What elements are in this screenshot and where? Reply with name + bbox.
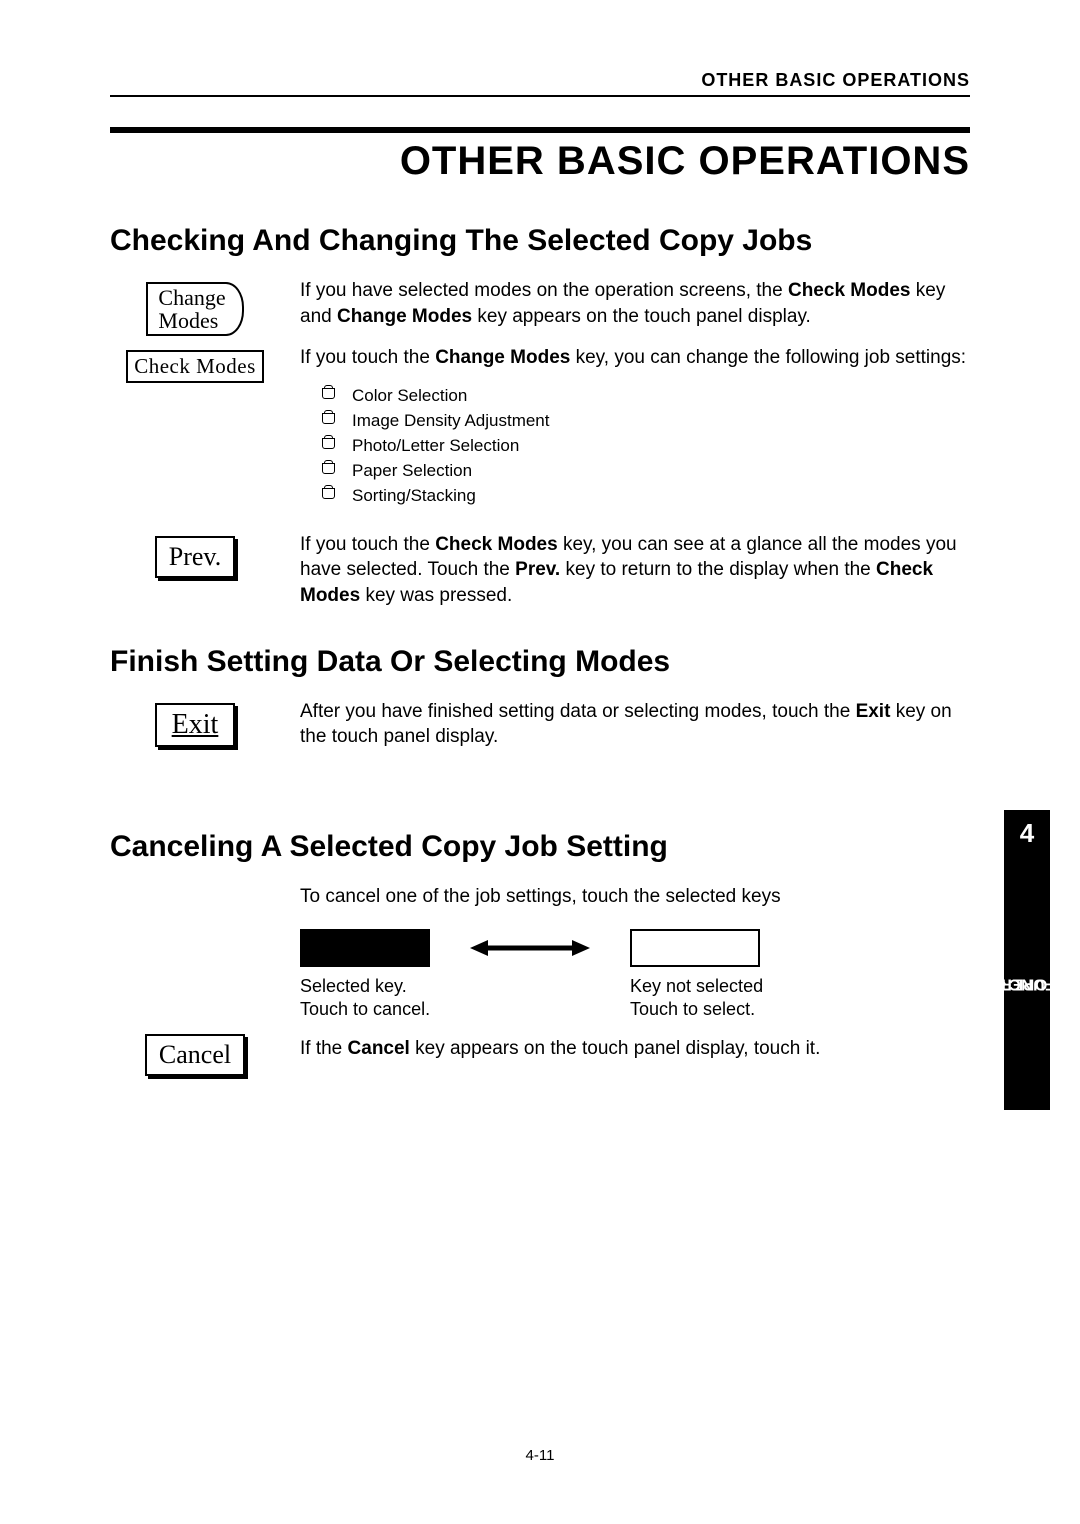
check-modes-button[interactable]: Check Modes <box>126 350 264 383</box>
paragraph: If you touch the Change Modes key, you c… <box>300 345 970 371</box>
paragraph: If you touch the Check Modes key, you ca… <box>300 532 970 609</box>
section-heading-canceling: Canceling A Selected Copy Job Setting <box>110 830 970 864</box>
unselected-key-caption: Key not selected Touch to select. <box>630 975 880 1020</box>
row-change-modes: Change Modes Check Modes If you have sel… <box>110 278 970 522</box>
chapter-number: 4 <box>1004 810 1050 856</box>
title-rule <box>110 127 970 133</box>
body-text: If you have selected modes on the operat… <box>300 278 970 522</box>
key-toggle-illustration <box>300 929 970 967</box>
exit-button[interactable]: Exit <box>155 703 235 747</box>
captions-row: Selected key. Touch to cancel. Key not s… <box>300 975 970 1020</box>
section-heading-checking: Checking And Changing The Selected Copy … <box>110 224 970 258</box>
list-item: Sorting/Stacking <box>322 485 970 508</box>
change-modes-button[interactable]: Change Modes <box>146 282 243 336</box>
chapter-label: BASIC OPERATION AND FUNCTIONS <box>1004 856 1050 1110</box>
body-text: After you have finished setting data or … <box>300 699 970 750</box>
row-cancel-intro: To cancel one of the job settings, touch… <box>110 884 970 1021</box>
paragraph: If you have selected modes on the operat… <box>300 278 970 329</box>
list-item: Image Density Adjustment <box>322 410 970 433</box>
change-modes-label-line2: Modes <box>158 308 218 333</box>
icon-column: Prev. <box>110 532 280 578</box>
paragraph: To cancel one of the job settings, touch… <box>300 884 970 910</box>
manual-page: OTHER BASIC OPERATIONS OTHER BASIC OPERA… <box>0 0 1080 1524</box>
icon-column <box>110 884 280 888</box>
cancel-label: Cancel <box>159 1040 231 1069</box>
unselected-key-swatch <box>630 929 760 967</box>
prev-label: Prev. <box>169 542 221 571</box>
body-text: To cancel one of the job settings, touch… <box>300 884 970 1021</box>
double-arrow-icon <box>470 943 590 953</box>
check-modes-label: Check Modes <box>134 354 256 378</box>
prev-button[interactable]: Prev. <box>155 536 235 578</box>
row-exit: Exit After you have finished setting dat… <box>110 699 970 750</box>
exit-label: Exit <box>172 709 219 740</box>
list-item: Paper Selection <box>322 460 970 483</box>
icon-column: Change Modes Check Modes <box>110 278 280 383</box>
title-block: OTHER BASIC OPERATIONS <box>110 127 970 184</box>
body-text: If you touch the Check Modes key, you ca… <box>300 532 970 609</box>
selected-key-swatch <box>300 929 430 967</box>
list-item: Photo/Letter Selection <box>322 435 970 458</box>
row-prev: Prev. If you touch the Check Modes key, … <box>110 532 970 609</box>
selected-key-caption: Selected key. Touch to cancel. <box>300 975 550 1020</box>
body-text: If the Cancel key appears on the touch p… <box>300 1030 970 1062</box>
paragraph: After you have finished setting data or … <box>300 699 970 750</box>
paragraph: If the Cancel key appears on the touch p… <box>300 1036 970 1062</box>
page-number: 4-11 <box>0 1447 1080 1464</box>
icon-column: Exit <box>110 699 280 747</box>
change-modes-label-line1: Change <box>158 285 225 310</box>
list-item: Color Selection <box>322 385 970 408</box>
chapter-side-tab: 4 BASIC OPERATION AND FUNCTIONS <box>1004 810 1050 1110</box>
section-heading-finish: Finish Setting Data Or Selecting Modes <box>110 645 970 679</box>
row-cancel: Cancel If the Cancel key appears on the … <box>110 1030 970 1076</box>
settings-checklist: Color Selection Image Density Adjustment… <box>322 385 970 508</box>
icon-column: Cancel <box>110 1030 280 1076</box>
page-title: OTHER BASIC OPERATIONS <box>110 139 970 184</box>
cancel-button[interactable]: Cancel <box>145 1034 245 1076</box>
running-header: OTHER BASIC OPERATIONS <box>110 70 970 97</box>
